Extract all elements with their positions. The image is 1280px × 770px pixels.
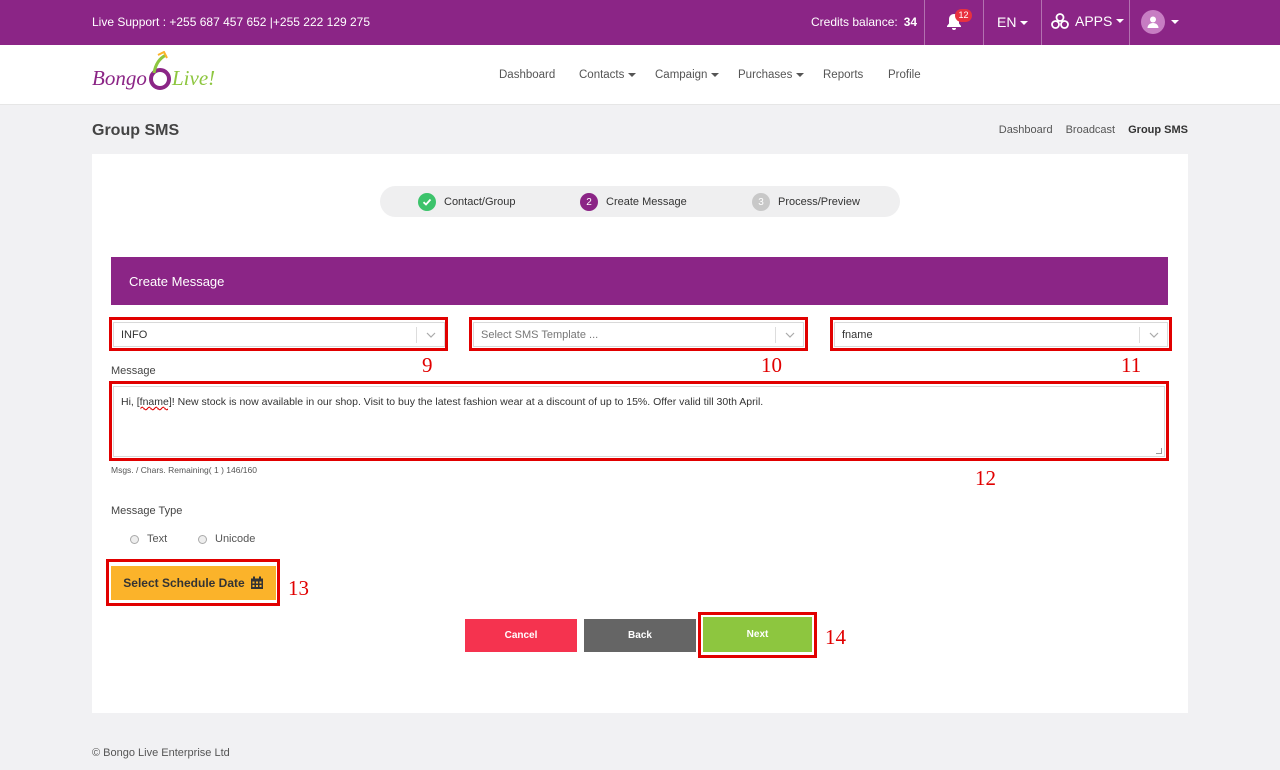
user-icon: [1147, 16, 1159, 28]
chevron-down-icon: [628, 72, 637, 77]
radio-text[interactable]: Text: [130, 533, 167, 545]
avatar: [1141, 10, 1165, 34]
main-navbar: Bongo Live! Dashboard Contacts Campaign …: [0, 45, 1280, 105]
radio-circle: [130, 534, 139, 544]
annotation-number-9: 9: [422, 353, 433, 377]
page-title: Group SMS: [92, 122, 180, 139]
divider: [1129, 0, 1130, 45]
step-create-message[interactable]: 2 Create Message: [580, 193, 687, 211]
message-counter: Msgs. / Chars. Remaining( 1 ) 146/160: [111, 465, 257, 475]
radio-label: Text: [147, 533, 168, 545]
check-icon: [418, 193, 436, 211]
annotation-box-10: [469, 317, 808, 351]
step-label: Contact/Group: [444, 196, 516, 208]
credits-label: Credits balance:: [811, 15, 898, 29]
chevron-down-icon: [796, 72, 805, 77]
apps-label: APPS: [1075, 13, 1113, 29]
user-menu[interactable]: [1141, 10, 1179, 34]
divider: [924, 0, 925, 45]
apps-dropdown[interactable]: APPS: [1051, 13, 1125, 29]
annotation-number-10: 10: [761, 353, 782, 377]
breadcrumb-broadcast[interactable]: Broadcast: [1066, 124, 1116, 136]
message-label: Message: [111, 365, 156, 377]
credits-balance: Credits balance: 34: [811, 15, 917, 29]
annotation-number-14: 14: [825, 625, 846, 649]
annotation-box-11: [830, 317, 1172, 351]
nav-item-dashboard[interactable]: Dashboard: [499, 69, 555, 81]
annotation-number-11: 11: [1121, 353, 1142, 377]
create-message-header: Create Message: [111, 257, 1168, 305]
language-dropdown[interactable]: EN: [997, 14, 1029, 30]
credits-value: 34: [903, 15, 918, 29]
apps-cubes-icon: [1051, 13, 1069, 29]
annotation-box-9: [109, 317, 448, 351]
language-label: EN: [997, 14, 1017, 30]
annotation-number-12: 12: [975, 466, 996, 490]
footer-copyright: © Bongo Live Enterprise Ltd: [92, 747, 230, 759]
chevron-down-icon: [1171, 20, 1179, 24]
divider: [983, 0, 984, 45]
svg-text:Live!: Live!: [171, 66, 215, 90]
nav-item-label: Campaign: [655, 69, 708, 81]
nav-item-reports[interactable]: Reports: [823, 69, 863, 81]
bongo-live-logo[interactable]: Bongo Live!: [92, 50, 237, 99]
divider: [1041, 0, 1042, 45]
breadcrumb: Dashboard Broadcast Group SMS: [999, 124, 1188, 136]
message-type-label: Message Type: [111, 505, 183, 517]
notification-badge: 12: [955, 9, 972, 22]
nav-item-label: Purchases: [738, 69, 793, 81]
svg-text:Bongo: Bongo: [92, 66, 147, 90]
annotation-box-12: [109, 381, 1169, 461]
step-process-preview[interactable]: 3 Process/Preview: [752, 193, 860, 211]
nav-item-label: Contacts: [579, 69, 625, 81]
back-button[interactable]: Back: [584, 619, 696, 652]
step-number: 3: [752, 193, 770, 211]
nav-item-contacts[interactable]: Contacts: [579, 69, 637, 81]
step-number: 2: [580, 193, 598, 211]
top-bar: Live Support : +255 687 457 652 |+255 22…: [0, 0, 1280, 45]
breadcrumb-dashboard[interactable]: Dashboard: [999, 124, 1053, 136]
annotation-box-14: [698, 612, 817, 658]
breadcrumb-current: Group SMS: [1128, 124, 1188, 136]
radio-circle: [198, 534, 207, 544]
step-label: Create Message: [606, 196, 687, 208]
nav-item-purchases[interactable]: Purchases: [738, 69, 805, 81]
wizard-stepper: Contact/Group 2 Create Message 3 Process…: [380, 186, 900, 217]
radio-label: Unicode: [215, 533, 256, 545]
step-contact-group[interactable]: Contact/Group: [418, 193, 516, 211]
chevron-down-icon: [1116, 19, 1125, 23]
chevron-down-icon: [1020, 21, 1029, 26]
annotation-number-13: 13: [288, 576, 309, 600]
step-label: Process/Preview: [778, 196, 860, 208]
annotation-box-13: [106, 559, 280, 606]
chevron-down-icon: [711, 72, 720, 77]
nav-item-campaign[interactable]: Campaign: [655, 69, 720, 81]
nav-item-profile[interactable]: Profile: [888, 69, 921, 81]
logo-mark-icon: Bongo Live!: [92, 50, 215, 90]
live-support-text: Live Support : +255 687 457 652 |+255 22…: [92, 15, 371, 29]
radio-unicode[interactable]: Unicode: [198, 533, 255, 545]
cancel-button[interactable]: Cancel: [465, 619, 577, 652]
